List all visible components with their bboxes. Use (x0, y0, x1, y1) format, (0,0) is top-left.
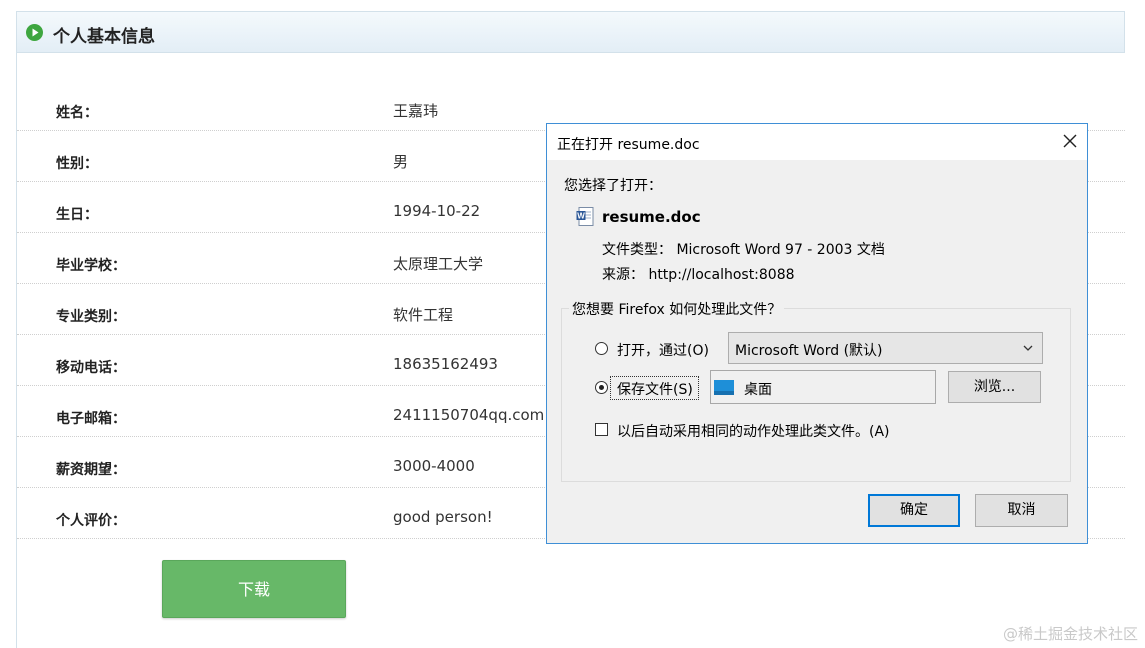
file-name: resume.doc (602, 208, 701, 226)
row-label: 薪资期望： (56, 462, 126, 478)
watermark: @稀土掘金技术社区 (1002, 625, 1138, 643)
row-value: 18635162493 (393, 355, 498, 373)
close-icon[interactable] (1061, 132, 1079, 150)
dialog-title: 正在打开 resume.doc (557, 137, 700, 153)
row-value: good person! (393, 508, 493, 526)
row-value: 王嘉玮 (393, 102, 439, 120)
action-question: 您想要 Firefox 如何处理此文件？ (569, 299, 785, 319)
row-value: 太原理工大学 (393, 255, 484, 273)
row-label: 毕业学校： (56, 258, 126, 274)
dialog-titlebar: 正在打开 resume.doc (547, 124, 1087, 160)
row-value: 软件工程 (393, 306, 454, 324)
browse-button[interactable]: 浏览... (948, 371, 1041, 403)
row-value: 3000-4000 (393, 457, 475, 475)
download-button[interactable]: 下载 (162, 560, 346, 618)
row-value: 2411150704qq.com (393, 406, 545, 424)
word-document-icon: W (576, 207, 594, 226)
panel-header: 个人基本信息 (16, 11, 1125, 53)
open-with-label[interactable]: 打开，通过(O) (617, 340, 709, 360)
panel-title: 个人基本信息 (53, 27, 155, 47)
row-label: 生日： (56, 207, 98, 223)
chosen-label: 您选择了打开： (564, 178, 662, 194)
row-label: 专业类别： (56, 309, 126, 325)
row-label: 性别： (56, 156, 98, 172)
play-circle-icon (26, 24, 43, 41)
file-type: 文件类型： Microsoft Word 97 - 2003 文档 (602, 242, 885, 258)
open-with-app-value: Microsoft Word (默认) (735, 343, 883, 359)
save-file-label[interactable]: 保存文件(S) (617, 379, 693, 399)
row-value: 男 (393, 153, 409, 171)
row-label: 姓名： (56, 105, 98, 121)
row-label: 电子邮箱： (56, 411, 126, 427)
auto-action-checkbox[interactable] (595, 423, 608, 436)
open-with-radio[interactable] (595, 342, 608, 355)
ok-button[interactable]: 确定 (868, 494, 960, 527)
svg-text:W: W (577, 212, 585, 221)
cancel-button[interactable]: 取消 (975, 494, 1068, 527)
row-label: 个人评价： (56, 513, 126, 529)
auto-action-label[interactable]: 以后自动采用相同的动作处理此类文件。(A) (617, 421, 890, 441)
file-open-dialog: 正在打开 resume.doc 您选择了打开： W resume.doc 文件类… (546, 123, 1088, 544)
row-value: 1994-10-22 (393, 202, 481, 220)
open-with-app-select[interactable]: Microsoft Word (默认) (728, 332, 1043, 364)
desktop-icon (714, 380, 734, 395)
file-source: 来源： http://localhost:8088 (602, 267, 795, 283)
chevron-down-icon (1023, 345, 1033, 351)
row-label: 移动电话： (56, 360, 126, 376)
save-location-value: 桌面 (744, 382, 772, 398)
save-location-field: 桌面 (710, 370, 936, 404)
save-file-radio[interactable] (595, 381, 608, 394)
